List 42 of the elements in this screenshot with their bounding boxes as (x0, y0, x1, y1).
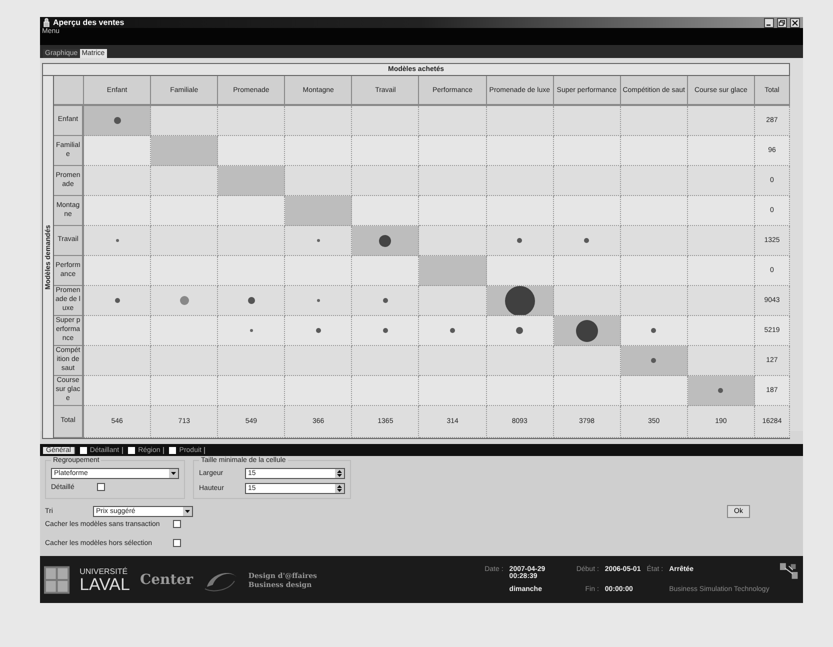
bubble-icon (180, 296, 189, 305)
checkbox[interactable] (173, 520, 181, 528)
bubble-icon (250, 329, 253, 332)
bubble-icon (379, 234, 392, 246)
crest-icon (44, 566, 70, 594)
bubble-icon (248, 297, 255, 304)
bubble-icon (114, 117, 121, 124)
logo-text: Center (140, 572, 193, 588)
corner-cell (54, 76, 84, 106)
network-icon[interactable] (779, 562, 799, 580)
logo-text: UNIVERSITÉ (80, 566, 129, 576)
logo-text: LAVAL (80, 576, 130, 592)
checkbox[interactable] (97, 483, 105, 491)
bubble-icon (517, 238, 522, 243)
bubble-icon (382, 328, 388, 333)
checkbox[interactable] (173, 539, 181, 547)
checkbox[interactable] (169, 446, 176, 454)
bubble-icon (504, 286, 535, 315)
window-title: Aperçu des ventes (53, 18, 126, 27)
dropdown-arrow-icon[interactable] (169, 469, 178, 478)
bubble-icon (651, 328, 656, 333)
dropdown-arrow-icon[interactable] (183, 507, 192, 516)
checkbox[interactable] (128, 446, 136, 454)
bubble-icon (450, 328, 456, 333)
close-icon[interactable] (790, 18, 800, 28)
bubble-icon (316, 239, 320, 242)
minimize-icon[interactable] (764, 18, 774, 28)
app-icon (43, 18, 50, 27)
bubble-icon (584, 238, 590, 243)
bubble-icon (114, 298, 120, 303)
spin-arrows-icon[interactable] (335, 469, 344, 478)
bubble-icon (651, 358, 656, 363)
checkbox[interactable] (80, 446, 87, 454)
bubble-icon (576, 320, 598, 342)
bubble-icon (382, 298, 388, 303)
bubble-icon (718, 388, 724, 393)
spin-arrows-icon[interactable] (335, 484, 344, 493)
maximize-icon[interactable] (777, 18, 787, 28)
bubble-icon (116, 239, 119, 242)
bubble-icon (516, 327, 524, 334)
bubble-icon (316, 299, 320, 302)
bubble-icon (316, 328, 321, 333)
